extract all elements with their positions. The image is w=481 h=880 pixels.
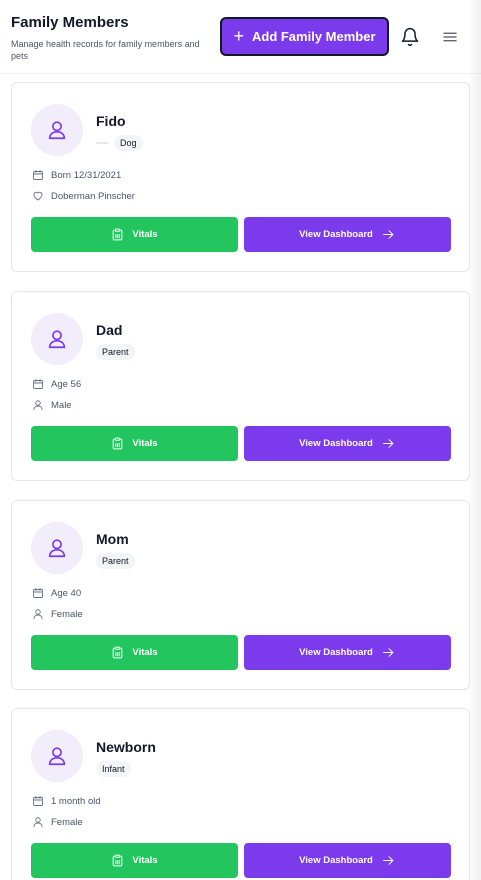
arrow-right-icon [383,856,394,865]
badge-row: Parent [96,553,135,569]
vitals-button[interactable]: Vitals [31,217,238,252]
user-icon [48,121,66,140]
badge-row: Infant [96,761,131,777]
member-info-breed: Doberman Pinscher [32,190,135,202]
user-icon [48,747,66,766]
vitals-label: Vitals [132,438,158,449]
member-type-badge: Parent [96,344,135,360]
hamburger-menu-icon[interactable] [441,28,459,46]
view-dashboard-label: View Dashboard [299,855,373,866]
vitals-label: Vitals [132,229,158,240]
member-name: Mom [96,531,129,547]
arrow-right-icon [383,648,394,657]
member-info-age: 1 month old [32,795,101,807]
member-type-badge: Infant [96,761,131,777]
member-info-text: Doberman Pinscher [51,190,135,202]
vitals-button[interactable]: Vitals [31,426,238,461]
badge-row: Dog [96,135,143,151]
calendar-icon [33,588,43,598]
user-icon [48,330,66,349]
clipboard-icon [113,646,123,659]
heart-icon [33,191,43,201]
clipboard-icon [113,854,123,867]
member-info-text: Age 40 [51,587,82,599]
page-subtitle: Manage health records for family members… [11,39,200,61]
bell-icon[interactable] [400,27,420,47]
avatar [31,104,83,156]
member-type-badge: Dog [114,135,143,151]
member-info-text: Male [51,399,72,411]
clipboard-icon [113,228,123,241]
arrow-right-icon [383,439,394,448]
calendar-icon [33,379,43,389]
vitals-button[interactable]: Vitals [31,843,238,878]
member-card-newborn: Newborn Infant 1 month old Female Vitals… [11,708,470,880]
member-info-text: Female [51,816,83,828]
member-info-age: Age 40 [32,587,81,599]
member-info-born: Born 12/31/2021 [32,169,121,181]
member-info-text: Born 12/31/2021 [51,169,122,181]
member-info-age: Age 56 [32,378,81,390]
arrow-right-icon [383,230,394,239]
member-card-fido: Fido Dog Born 12/31/2021 Doberman Pinsch… [11,82,470,272]
calendar-icon [33,796,43,806]
vitals-label: Vitals [132,855,158,866]
separator-dash [96,142,108,144]
member-info-gender: Male [32,399,72,411]
member-name: Dad [96,322,123,338]
avatar [31,730,83,782]
user-icon [33,609,43,619]
page-title: Family Members [11,14,129,31]
member-info-text: Age 56 [51,378,82,390]
user-icon [33,817,43,827]
user-icon [33,400,43,410]
add-family-member-button[interactable]: + Add Family Member [220,17,389,56]
page-header: Family Members Manage health records for… [0,0,481,74]
member-card-dad: Dad Parent Age 56 Male Vitals View Dashb… [11,291,470,481]
avatar [31,522,83,574]
vitals-label: Vitals [132,647,158,658]
vitals-button[interactable]: Vitals [31,635,238,670]
plus-icon: + [233,25,244,46]
badge-row: Parent [96,344,135,360]
user-icon [48,539,66,558]
avatar [31,313,83,365]
view-dashboard-label: View Dashboard [299,647,373,658]
view-dashboard-button[interactable]: View Dashboard [244,217,451,252]
member-card-mom: Mom Parent Age 40 Female Vitals View Das… [11,500,470,690]
view-dashboard-button[interactable]: View Dashboard [244,635,451,670]
view-dashboard-label: View Dashboard [299,229,373,240]
member-name: Fido [96,113,126,129]
member-info-text: 1 month old [51,795,101,807]
view-dashboard-label: View Dashboard [299,438,373,449]
calendar-icon [33,170,43,180]
clipboard-icon [113,437,123,450]
member-info-gender: Female [32,608,83,620]
member-info-gender: Female [32,816,83,828]
add-family-member-label: Add Family Member [251,29,376,44]
member-type-badge: Parent [96,553,135,569]
member-info-text: Female [51,608,83,620]
member-name: Newborn [96,739,156,755]
view-dashboard-button[interactable]: View Dashboard [244,843,451,878]
view-dashboard-button[interactable]: View Dashboard [244,426,451,461]
